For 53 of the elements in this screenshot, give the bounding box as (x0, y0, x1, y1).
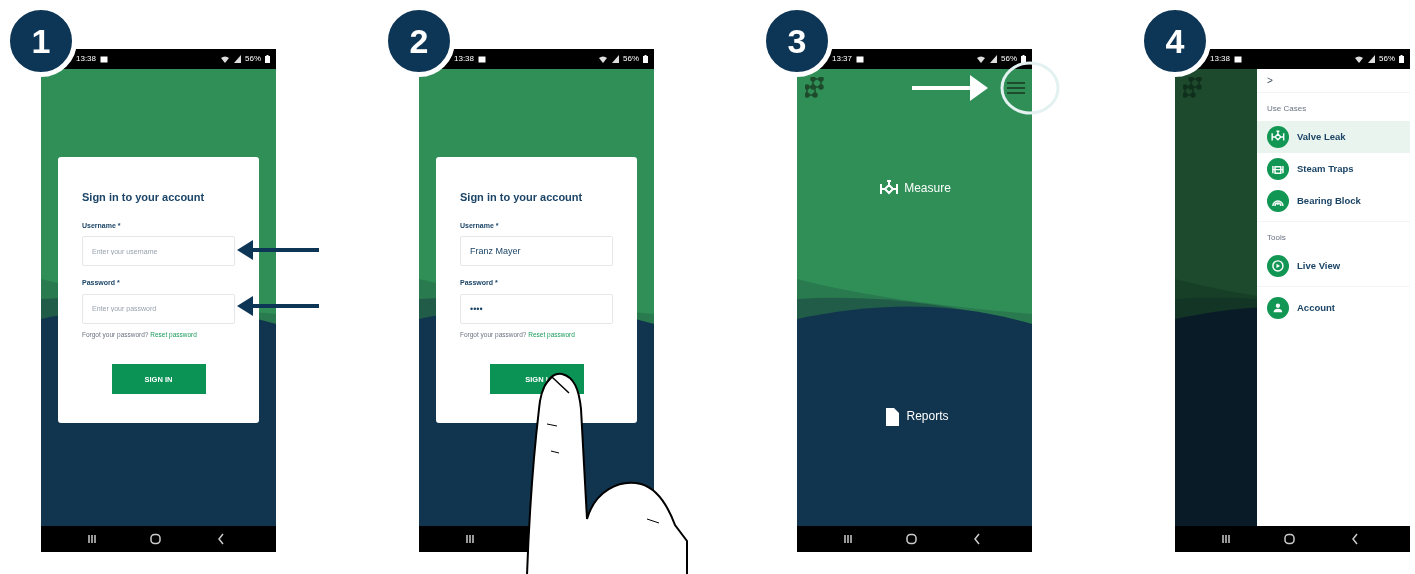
battery-level: 56% (1001, 55, 1017, 63)
home-icon[interactable] (1284, 533, 1295, 545)
battery-icon (265, 55, 270, 63)
card-title: Sign in to your account (82, 190, 206, 205)
logo-icon (805, 77, 827, 99)
home-icon[interactable] (150, 533, 161, 545)
logo-icon (1183, 77, 1205, 99)
signal-icon (234, 55, 241, 63)
battery-icon (1399, 55, 1404, 63)
image-icon (478, 55, 487, 63)
status-time: 13:37 (832, 55, 853, 63)
recent-apps-icon[interactable] (843, 533, 854, 545)
section-heading: Use Cases (1266, 103, 1308, 115)
battery-level: 56% (623, 55, 639, 63)
text-field[interactable]: Franz Mayer (460, 236, 613, 266)
section-heading: Tools (1266, 232, 1287, 244)
home-icon[interactable] (906, 533, 917, 545)
bearing-icon (1267, 190, 1289, 212)
battery-level: 56% (1379, 55, 1395, 63)
wifi-icon (220, 55, 230, 63)
highlight-circle (1000, 61, 1060, 115)
status-time: 13:38 (1210, 55, 1231, 63)
image-icon (856, 55, 865, 63)
status-time: 13:38 (76, 55, 97, 63)
status-time: 13:38 (454, 55, 475, 63)
collapse-button[interactable]: > (1267, 75, 1273, 86)
battery-icon (1021, 55, 1026, 63)
signal-icon (1368, 55, 1375, 63)
image-icon (1234, 55, 1243, 63)
card-title: Sign in to your account (460, 190, 584, 205)
recent-apps-icon[interactable] (87, 533, 98, 545)
back-icon[interactable] (1350, 533, 1361, 545)
home-menu-item[interactable]: Reports (797, 406, 1032, 426)
battery-icon (643, 55, 648, 63)
text-field[interactable]: •••• (460, 293, 613, 324)
person-icon (1267, 297, 1289, 319)
recent-apps-icon[interactable] (1221, 533, 1232, 545)
battery-level: 56% (245, 55, 261, 63)
back-icon[interactable] (972, 533, 983, 545)
wifi-icon (976, 55, 986, 63)
valve-icon (1267, 126, 1289, 148)
recent-apps-icon[interactable] (465, 533, 476, 545)
steam-trap-icon (1267, 158, 1289, 180)
wifi-icon (1354, 55, 1364, 63)
back-icon[interactable] (216, 533, 227, 545)
image-icon (100, 55, 109, 63)
play-icon (1267, 255, 1289, 277)
drawer-menu-item[interactable]: Valve Leak (1257, 121, 1410, 153)
signal-icon (612, 55, 619, 63)
home-menu-item[interactable]: Measure (797, 178, 1032, 198)
menu-icon[interactable] (1007, 82, 1025, 94)
wifi-icon (598, 55, 608, 63)
signal-icon (990, 55, 997, 63)
